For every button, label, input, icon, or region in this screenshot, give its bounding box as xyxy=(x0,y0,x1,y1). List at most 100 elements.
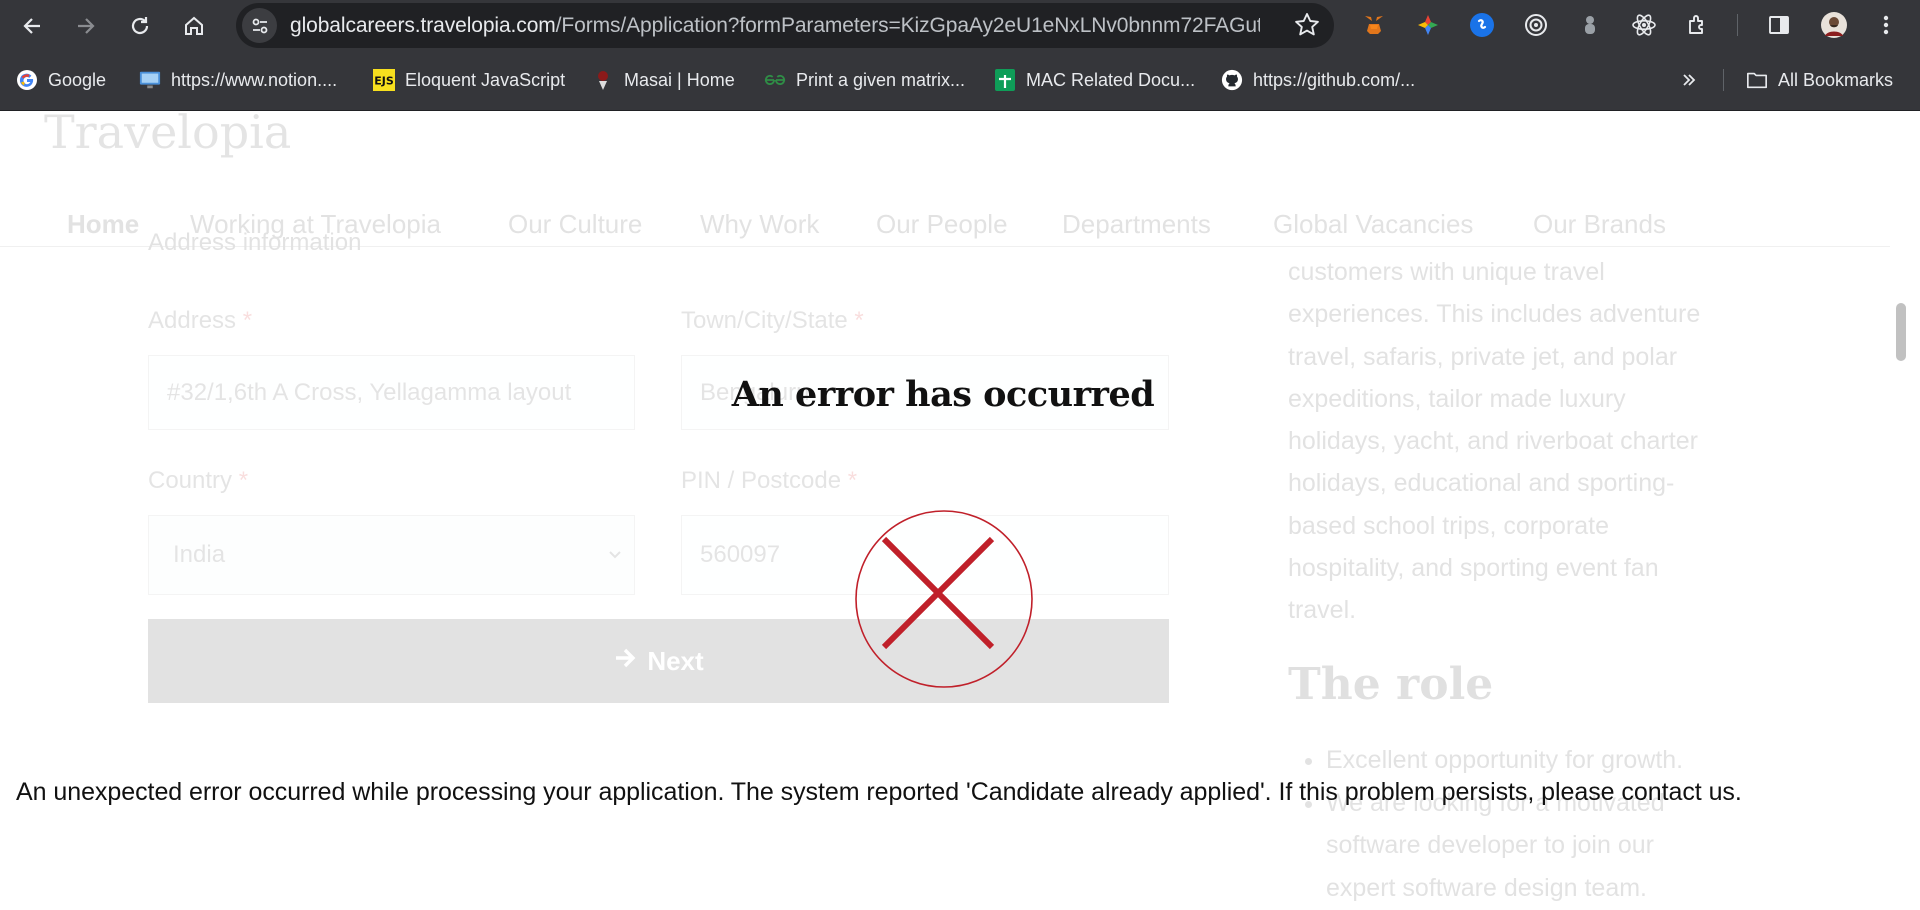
site-info-button[interactable] xyxy=(242,8,277,43)
town-label-text: Town/City/State xyxy=(681,307,848,334)
forward-button[interactable] xyxy=(68,8,104,44)
role-line: Excellent opportunity for growth. xyxy=(1326,746,1684,774)
bookmark-label: MAC Related Docu... xyxy=(1026,69,1196,90)
back-button[interactable] xyxy=(14,8,50,44)
github-icon xyxy=(1221,69,1243,91)
intro-line: travel, safaris, private jet, and polar xyxy=(1288,342,1678,371)
role-list: Excellent opportunity for growth. We are… xyxy=(1326,739,1786,909)
required-mark: * xyxy=(854,307,864,334)
nav-why-work[interactable]: Why Work xyxy=(700,209,819,240)
town-label: Town/City/State * xyxy=(681,307,864,335)
react-devtools-icon[interactable] xyxy=(1630,11,1658,39)
role-line: expert software design team. xyxy=(1326,873,1647,902)
back-arrow-icon xyxy=(23,18,40,34)
bookmarks-bar: Google https://www.notion.... EJS Eloque… xyxy=(0,51,1920,111)
reload-button[interactable] xyxy=(122,8,158,44)
grey-extension-icon[interactable] xyxy=(1576,11,1604,39)
company-intro-text: customers with unique travel experiences… xyxy=(1288,251,1768,632)
pin-label: PIN / Postcode * xyxy=(681,467,857,495)
svg-text:EJS: EJS xyxy=(374,75,394,88)
all-bookmarks-button[interactable]: All Bookmarks xyxy=(1746,63,1893,97)
bookmark-notion[interactable]: https://www.notion.... xyxy=(139,63,337,97)
home-button[interactable] xyxy=(176,8,212,44)
nav-departments[interactable]: Departments xyxy=(1062,209,1211,240)
bookmark-label: Print a given matrix... xyxy=(796,69,966,90)
address-label: Address * xyxy=(148,307,252,335)
bookmark-mac-docs[interactable]: MAC Related Docu... xyxy=(994,63,1195,97)
tune-icon xyxy=(252,18,267,33)
address-label-text: Address xyxy=(148,307,237,334)
bookmark-eloquent-js[interactable]: EJS Eloquent JavaScript xyxy=(373,63,565,97)
sheets-icon xyxy=(994,69,1016,91)
error-title: An error has occurred xyxy=(731,374,1155,415)
chrome-menu-icon[interactable] xyxy=(1872,11,1900,39)
country-label-text: Country xyxy=(148,467,233,494)
ejs-icon: EJS xyxy=(373,69,395,91)
color-picker-extension-icon[interactable] xyxy=(1414,11,1442,39)
bookmark-label: Masai | Home xyxy=(624,69,735,90)
bookmarks-overflow-button[interactable] xyxy=(1678,63,1700,97)
error-x-icon xyxy=(855,510,1033,688)
travelopia-logo[interactable]: Travelopia xyxy=(44,111,291,159)
folder-icon xyxy=(1746,69,1768,91)
side-panel-icon[interactable] xyxy=(1765,11,1793,39)
page-scrollbar-thumb[interactable] xyxy=(1896,303,1906,361)
bookmark-label: Eloquent JavaScript xyxy=(405,69,566,90)
extensions-puzzle-icon[interactable] xyxy=(1684,11,1712,39)
nav-home[interactable]: Home xyxy=(67,209,139,240)
nav-our-brands[interactable]: Our Brands xyxy=(1533,209,1666,240)
forward-arrow-icon xyxy=(78,18,95,34)
address-section-title: Address information xyxy=(148,229,362,256)
toolbar-divider xyxy=(1737,14,1738,36)
intro-line: based school trips, corporate xyxy=(1288,511,1610,540)
pin-label-text: PIN / Postcode xyxy=(681,467,842,494)
home-icon xyxy=(185,16,203,35)
country-label: Country * xyxy=(148,467,248,495)
country-select-value: India xyxy=(173,541,226,568)
role-line: software developer to join our xyxy=(1326,831,1654,859)
bookmark-label: https://www.notion.... xyxy=(171,69,338,90)
address-bar[interactable]: globalcareers.travelopia.com/Forms/Appli… xyxy=(236,3,1334,48)
nav-our-people[interactable]: Our People xyxy=(876,209,1008,240)
bookmark-masai[interactable]: Masai | Home xyxy=(592,63,735,97)
required-mark: * xyxy=(238,467,249,494)
bookmark-star-icon[interactable] xyxy=(1294,12,1320,38)
intro-line: hospitality, and sporting event fan xyxy=(1288,554,1659,583)
bookmark-gfg[interactable]: Print a given matrix... xyxy=(764,63,965,97)
shazam-extension-icon[interactable] xyxy=(1468,11,1496,39)
next-button-label: Next xyxy=(647,645,704,676)
masai-icon xyxy=(592,69,614,91)
chevron-double-right-icon xyxy=(1678,69,1700,91)
role-heading: The role xyxy=(1288,659,1494,710)
metamask-extension-icon[interactable] xyxy=(1360,11,1388,39)
page-viewport: Travelopia Home Working at Travelopia Ou… xyxy=(0,111,1920,910)
bookmark-label: https://github.com/... xyxy=(1253,69,1416,90)
google-icon xyxy=(16,69,38,91)
bookmark-google[interactable]: Google xyxy=(16,63,106,97)
bookmarks-divider xyxy=(1723,69,1724,91)
all-bookmarks-label: All Bookmarks xyxy=(1778,69,1894,90)
intro-line: travel. xyxy=(1288,596,1357,625)
nav-global-vacancies[interactable]: Global Vacancies xyxy=(1273,209,1473,240)
required-mark: * xyxy=(847,467,858,494)
error-message: An unexpected error occurred while proce… xyxy=(16,778,1742,806)
browser-toolbar: globalcareers.travelopia.com/Forms/Appli… xyxy=(0,0,1920,51)
reload-icon xyxy=(131,17,149,35)
monitor-icon xyxy=(139,69,161,91)
intro-line: holidays, yacht, and riverboat charter xyxy=(1288,427,1698,456)
profile-avatar[interactable] xyxy=(1820,11,1848,39)
bookmark-label: Google xyxy=(48,69,107,90)
required-mark: * xyxy=(242,307,253,334)
role-item: Excellent opportunity for growth. xyxy=(1326,739,1786,782)
intro-line: customers with unique travel xyxy=(1288,258,1605,286)
arrow-right-icon xyxy=(613,646,637,677)
url-host: globalcareers.travelopia.com xyxy=(290,14,556,37)
gfg-icon xyxy=(764,69,786,91)
country-select[interactable]: India xyxy=(148,515,635,595)
intro-line: holidays, educational and sporting- xyxy=(1288,469,1675,498)
nav-our-culture[interactable]: Our Culture xyxy=(508,209,642,240)
url-path: /Forms/Application?formParameters=KizGpa… xyxy=(555,14,1260,37)
url-text[interactable]: globalcareers.travelopia.com/Forms/Appli… xyxy=(290,3,1260,48)
target-extension-icon[interactable] xyxy=(1522,11,1550,39)
bookmark-github[interactable]: https://github.com/... xyxy=(1221,63,1415,97)
